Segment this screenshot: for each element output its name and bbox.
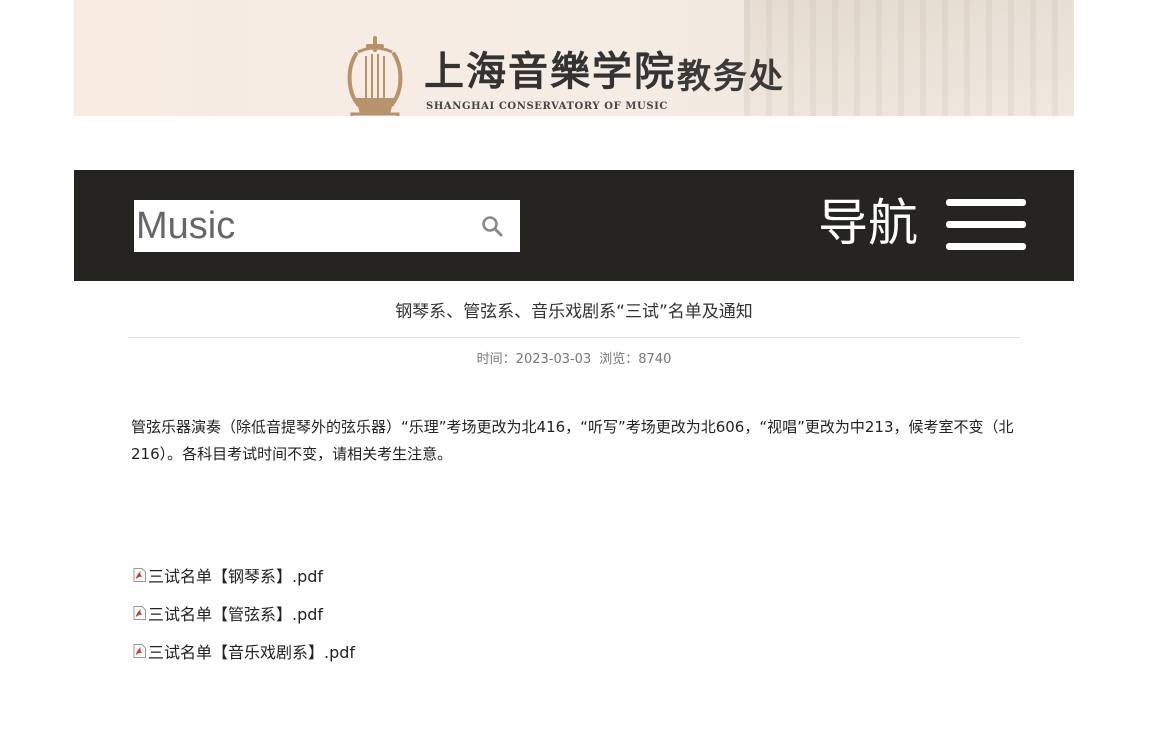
attachment-list: 三试名单【钢琴系】.pdf 三试名单【管弦系】.pdf 三试名单【音乐戏剧系】.… [133,556,355,670]
nav-label[interactable]: 导航 [818,196,918,251]
pdf-file-icon [133,644,146,658]
school-name-cn: 上海音樂学院 [424,48,676,95]
pdf-file-icon [133,606,146,620]
header-banner: 上海音樂学院 SHANGHAI CONSERVATORY OF MUSIC 教务… [74,0,1074,116]
attachment-label[interactable]: 三试名单【音乐戏剧系】.pdf [148,639,355,663]
search-input[interactable] [134,200,466,252]
search-icon[interactable] [480,214,504,238]
article-title: 钢琴系、管弦系、音乐戏剧系“三试”名单及通知 [395,302,753,322]
attachment-link[interactable]: 三试名单【管弦系】.pdf [133,594,355,632]
school-name-en: SHANGHAI CONSERVATORY OF MUSIC [426,101,668,112]
office-title: 教务处 [677,57,785,97]
view-count: 8740 [638,352,672,367]
attachment-link[interactable]: 三试名单【钢琴系】.pdf [133,556,355,594]
pdf-file-icon [133,568,146,582]
title-divider [128,337,1020,338]
attachment-link[interactable]: 三试名单【音乐戏剧系】.pdf [133,632,355,670]
publish-date: 2023-03-03 [515,352,592,367]
hamburger-menu-icon[interactable] [946,199,1028,253]
time-label: 时间： [476,352,516,367]
article-body: 管弦乐器演奏（除低音提琴外的弦乐器）“乐理”考场更改为北416，“听写”考场更改… [131,418,1014,463]
views-label: 浏览： [599,352,639,367]
attachment-label[interactable]: 三试名单【钢琴系】.pdf [148,563,323,587]
lyre-logo-icon[interactable] [344,34,406,116]
search-box [134,200,520,252]
nav-bar: 导航 [74,170,1074,281]
attachment-label[interactable]: 三试名单【管弦系】.pdf [148,601,323,625]
banner-building-image [744,0,1074,116]
article-meta: 时间：2023-03-03 浏览：8740 [128,348,1020,367]
